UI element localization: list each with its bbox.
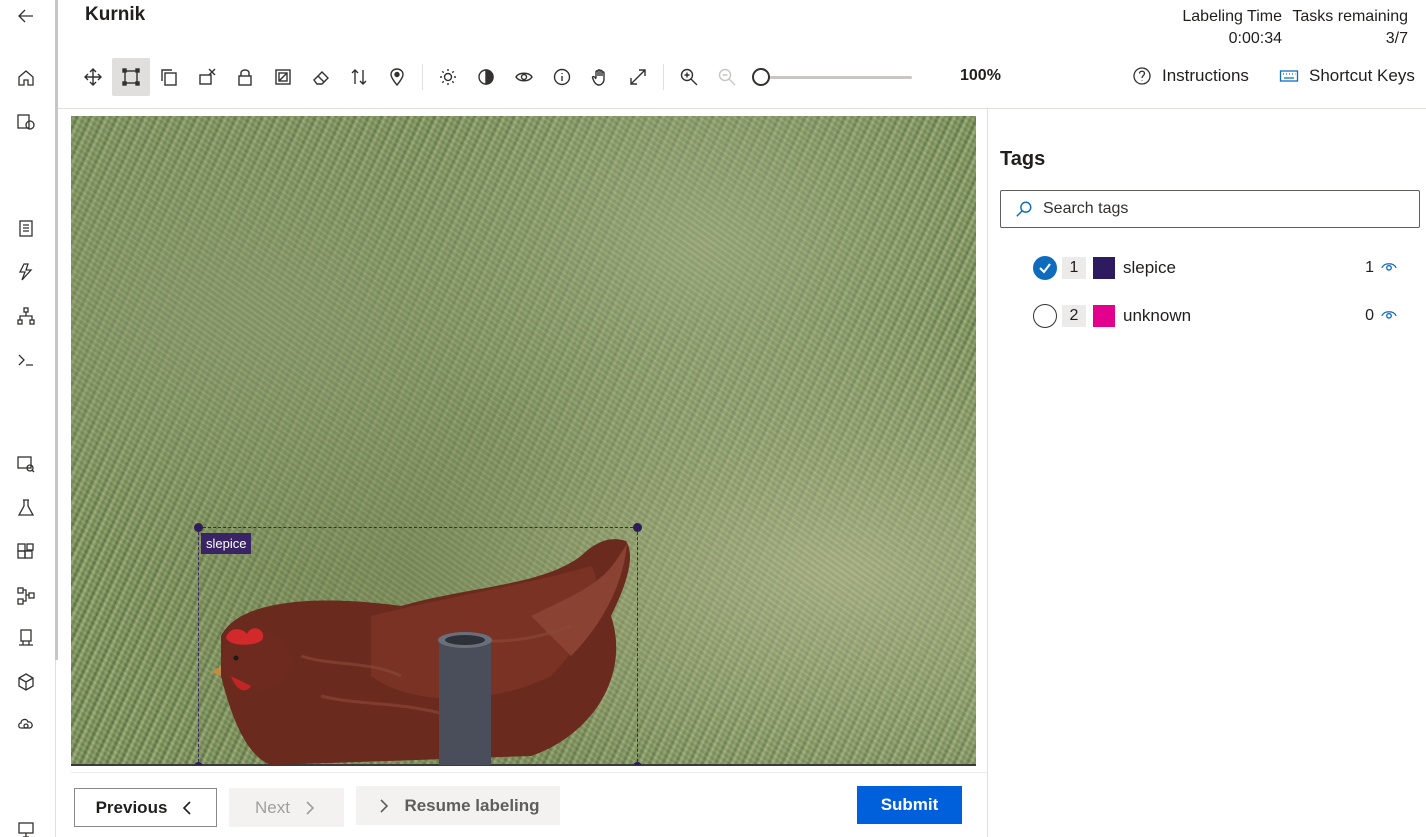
panel-divider	[987, 108, 988, 837]
terminal-icon[interactable]	[14, 348, 38, 372]
chevron-right-icon	[306, 800, 315, 815]
brightness-icon[interactable]	[429, 58, 467, 96]
models-cube-icon[interactable]	[14, 670, 38, 694]
zoom-in-icon[interactable]	[670, 58, 708, 96]
zoom-value: 100%	[960, 67, 1001, 84]
labeling-time-label: Labeling Time	[1182, 8, 1282, 25]
fit-icon[interactable]	[619, 58, 657, 96]
bounding-box[interactable]: slepice	[194, 523, 642, 765]
help-circle-icon	[1133, 67, 1151, 85]
resume-labeling-button[interactable]: Resume labeling	[356, 786, 560, 825]
workspace-globe-icon[interactable]	[14, 110, 38, 134]
chevron-left-icon	[183, 800, 191, 815]
hand-icon[interactable]	[581, 58, 619, 96]
visibility-eye-icon[interactable]	[1380, 305, 1398, 328]
pin-icon[interactable]	[378, 58, 416, 96]
bbox-label: slepice	[201, 533, 252, 554]
copy-icon[interactable]	[150, 58, 188, 96]
automl-icon[interactable]	[14, 260, 38, 284]
rectangle-icon[interactable]	[112, 58, 150, 96]
next-button[interactable]: Next	[229, 788, 344, 827]
bbox-handle-bottom-left[interactable]	[194, 762, 203, 765]
tag-hotkey: 2	[1062, 305, 1086, 327]
tag-count: 1	[1365, 259, 1374, 276]
bbox-handle-top-right[interactable]	[633, 523, 642, 532]
visibility-eye-icon[interactable]	[1380, 257, 1398, 280]
tag-row-slepice[interactable]: 1 slepice 1	[1033, 253, 1398, 283]
search-tags-box[interactable]	[1000, 190, 1420, 228]
tag-select-radio[interactable]	[1033, 304, 1057, 328]
tag-hotkey: 1	[1062, 257, 1086, 279]
tag-color-swatch	[1093, 305, 1115, 327]
toolbar-divider	[422, 64, 423, 90]
endpoints-cloud-icon[interactable]	[14, 712, 38, 736]
environments-icon[interactable]	[14, 626, 38, 650]
shortcut-keys-button[interactable]: Shortcut Keys	[1279, 66, 1415, 86]
submit-label: Submit	[880, 795, 939, 814]
chevron-right-icon	[380, 798, 389, 813]
home-icon[interactable]	[14, 66, 38, 90]
rail-scrollbar[interactable]	[55, 0, 58, 660]
previous-button[interactable]: Previous	[74, 788, 217, 827]
tags-title: Tags	[1000, 148, 1046, 170]
toolbar-divider	[663, 64, 664, 90]
nav-divider	[71, 772, 987, 773]
search-icon	[1016, 201, 1032, 217]
components-icon[interactable]	[14, 540, 38, 564]
previous-label: Previous	[95, 797, 168, 817]
keyboard-icon	[1279, 70, 1299, 82]
next-label: Next	[255, 797, 290, 817]
search-input[interactable]	[1043, 200, 1383, 218]
data-icon[interactable]	[14, 452, 38, 476]
tag-name: unknown	[1123, 306, 1192, 325]
bbox-handle-bottom-right[interactable]	[633, 762, 642, 765]
remove-box-icon[interactable]	[188, 58, 226, 96]
designer-icon[interactable]	[14, 304, 38, 328]
zoom-out-icon[interactable]	[708, 58, 746, 96]
region-icon[interactable]	[264, 58, 302, 96]
back-arrow-icon[interactable]	[14, 4, 38, 28]
labeling-time-value: 0:00:34	[1228, 30, 1282, 47]
tag-color-swatch	[1093, 257, 1115, 279]
tag-select-radio[interactable]	[1033, 256, 1057, 280]
lock-icon[interactable]	[226, 58, 264, 96]
project-title: Kurnik	[85, 4, 146, 25]
info-icon[interactable]	[543, 58, 581, 96]
instructions-button[interactable]: Instructions	[1132, 66, 1249, 86]
labeling-app: Kurnik Labeling Time 0:00:34 Tasks remai…	[0, 0, 1426, 837]
tag-row-unknown[interactable]: 2 unknown 0	[1033, 301, 1398, 331]
checkmark-icon	[1039, 263, 1051, 274]
zoom-slider[interactable]	[752, 67, 912, 87]
contrast-icon[interactable]	[467, 58, 505, 96]
tasks-remaining: Tasks remaining 3/7	[1290, 8, 1408, 48]
instructions-label: Instructions	[1162, 66, 1249, 85]
move-icon[interactable]	[74, 58, 112, 96]
zoom-slider-thumb[interactable]	[752, 68, 770, 86]
tasks-remaining-label: Tasks remaining	[1292, 8, 1408, 25]
pipelines-icon[interactable]	[14, 584, 38, 608]
shortcut-keys-label: Shortcut Keys	[1309, 66, 1415, 85]
experiments-flask-icon[interactable]	[14, 496, 38, 520]
compute-icon[interactable]	[14, 818, 38, 837]
eraser-icon[interactable]	[302, 58, 340, 96]
left-nav-rail	[0, 0, 56, 837]
tag-name: slepice	[1123, 258, 1176, 277]
annotation-toolbar	[74, 58, 912, 96]
tasks-remaining-value: 3/7	[1385, 30, 1408, 47]
zoom-slider-track[interactable]	[760, 76, 912, 79]
notebook-icon[interactable]	[14, 216, 38, 240]
image-canvas[interactable]: slepice	[71, 116, 976, 765]
bbox-handle-top-left[interactable]	[194, 523, 203, 532]
labeling-time: Labeling Time 0:00:34	[1176, 8, 1282, 48]
tag-count: 0	[1365, 307, 1374, 324]
header-divider	[58, 108, 1426, 109]
sort-icon[interactable]	[340, 58, 378, 96]
resume-label: Resume labeling	[404, 795, 540, 815]
submit-button[interactable]: Submit	[857, 786, 962, 824]
eye-icon[interactable]	[505, 58, 543, 96]
